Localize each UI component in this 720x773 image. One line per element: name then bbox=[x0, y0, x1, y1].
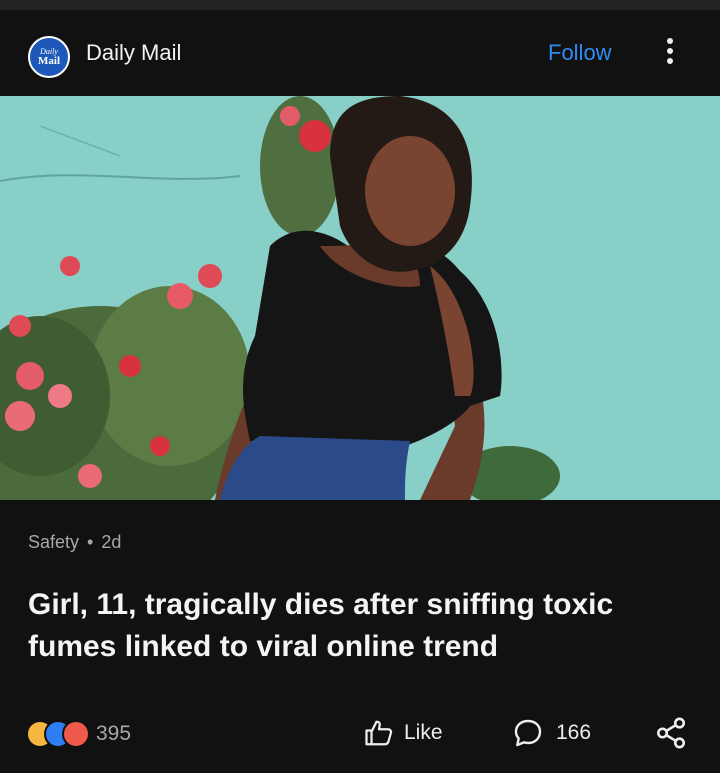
angry-reaction-icon bbox=[62, 720, 90, 748]
daily-mail-logo[interactable]: Daily Mail bbox=[28, 36, 70, 78]
article-meta: Safety • 2d bbox=[28, 532, 121, 553]
category-label[interactable]: Safety bbox=[28, 532, 79, 552]
comment-count: 166 bbox=[556, 721, 592, 744]
logo-text-bottom: Mail bbox=[38, 54, 60, 67]
more-vertical-icon[interactable] bbox=[662, 36, 678, 70]
comment-icon bbox=[514, 719, 542, 747]
source-name[interactable]: Daily Mail bbox=[86, 40, 181, 66]
comment-button[interactable]: 166 bbox=[512, 716, 591, 750]
article-headline[interactable]: Girl, 11, tragically dies after sniffing… bbox=[28, 584, 688, 668]
article-age: 2d bbox=[101, 532, 122, 552]
follow-button[interactable]: Follow bbox=[548, 40, 612, 66]
article-hero-image[interactable] bbox=[0, 96, 720, 500]
like-label: Like bbox=[404, 721, 443, 744]
like-button[interactable]: Like bbox=[364, 716, 443, 750]
source-header: Daily Mail Daily Mail Follow bbox=[0, 10, 720, 96]
reactions-summary[interactable] bbox=[26, 718, 92, 748]
hero-photo-illustration bbox=[0, 96, 720, 500]
share-icon[interactable] bbox=[654, 716, 688, 750]
reaction-count: 395 bbox=[96, 722, 132, 745]
status-strip bbox=[0, 0, 720, 10]
meta-separator: • bbox=[87, 532, 94, 552]
thumbs-up-icon bbox=[365, 720, 393, 746]
article-actions: 395 Like 166 bbox=[0, 700, 720, 770]
